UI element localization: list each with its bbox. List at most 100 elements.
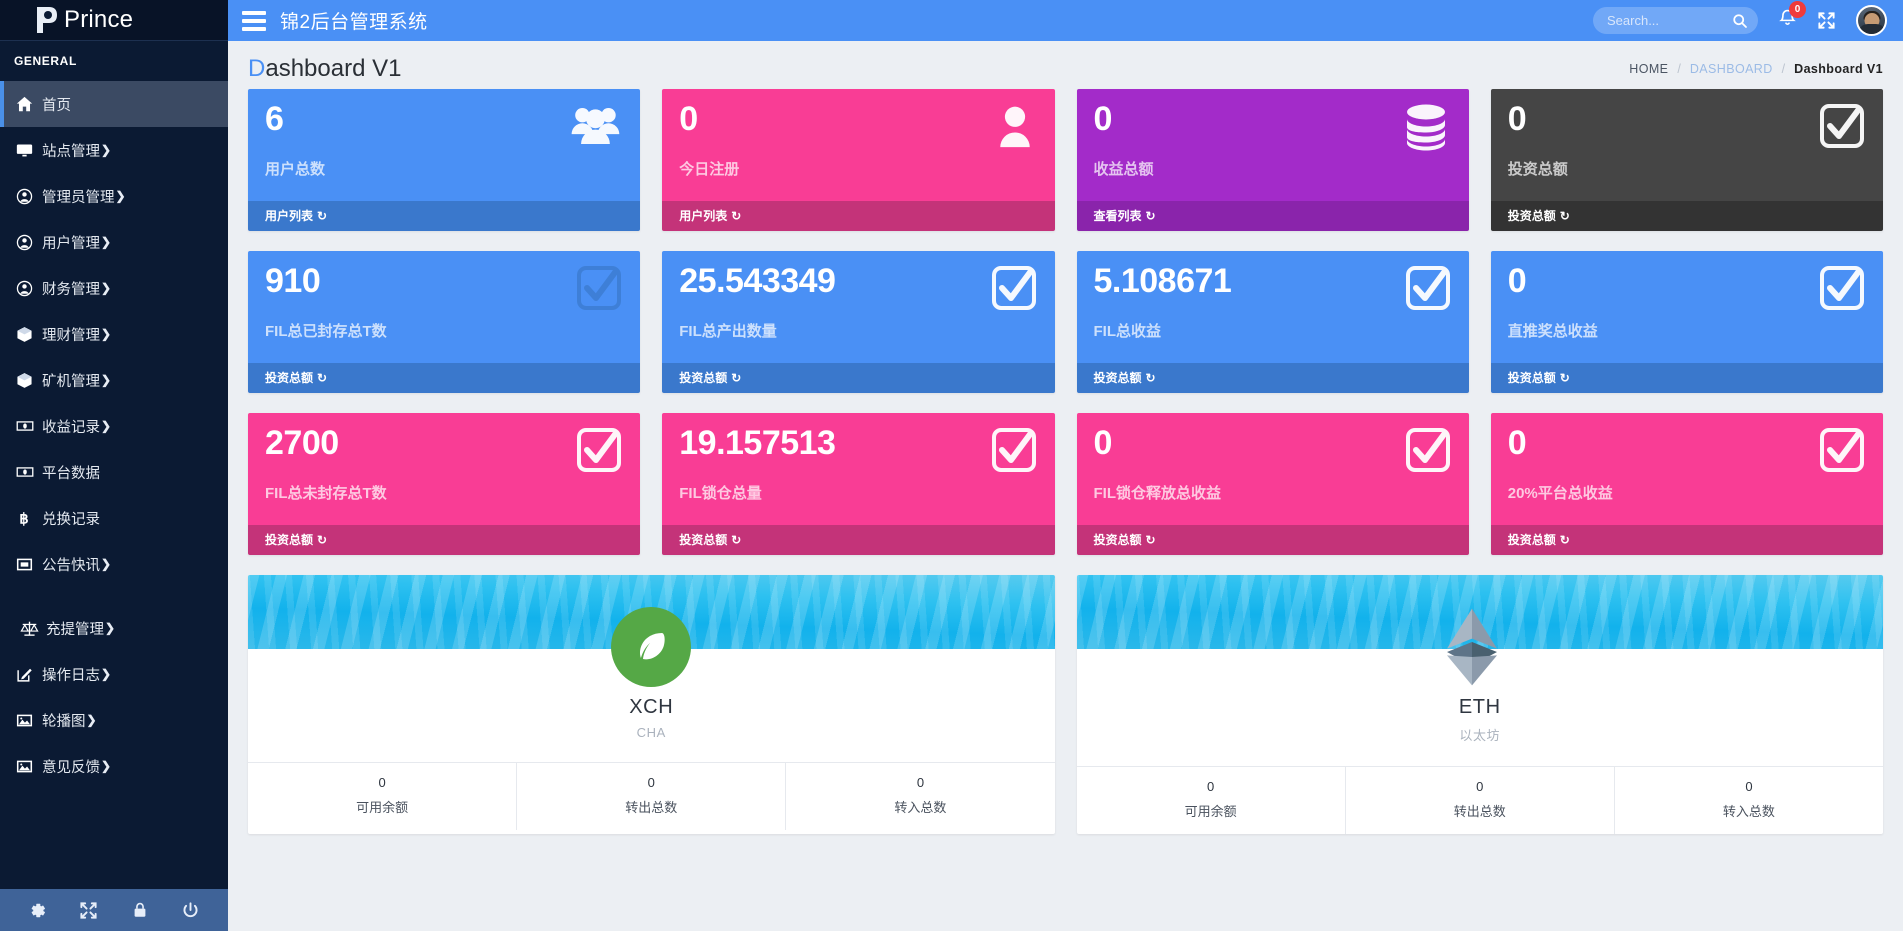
- sidebar-item-platform-data[interactable]: 平台数据: [0, 449, 228, 495]
- stat-card-fil-total-earnings[interactable]: 5.108671 FIL总收益 投资总额 ↻: [1076, 251, 1469, 393]
- stat-card-fil-locked-release-earnings[interactable]: 0 FIL锁仓释放总收益 投资总额 ↻: [1076, 413, 1469, 555]
- sidebar-item-user-management[interactable]: 用户管理 ❯: [0, 219, 228, 265]
- brand-name: Prince: [64, 6, 134, 33]
- sidebar-item-admin-management[interactable]: 管理员管理 ❯: [0, 173, 228, 219]
- coin-subtitle: 以太坊: [1459, 728, 1501, 743]
- stat-card-fil-sealed-t[interactable]: 910 FIL总已封存总T数 投资总额 ↻: [248, 251, 641, 393]
- stat-card-total-investment[interactable]: 0 投资总额 投资总额 ↻: [1490, 89, 1883, 231]
- coin-stat-label: 可用余额: [1184, 804, 1237, 819]
- refresh-arrow-icon: ↻: [1559, 208, 1570, 223]
- image-icon: [16, 712, 42, 729]
- stat-card-body: 0 今日注册: [662, 89, 1055, 201]
- coin-stat-total-out: 0 转出总数: [1346, 767, 1615, 834]
- coin-stat-available-balance: 0 可用余额: [1077, 767, 1346, 834]
- refresh-arrow-icon: ↻: [1559, 532, 1570, 547]
- coin-card-xch[interactable]: XCH CHA 0 可用余额 0 转出总数 0 转入总数: [248, 575, 1055, 834]
- breadcrumb-item-dashboard[interactable]: DASHBOARD: [1690, 62, 1773, 76]
- search-input[interactable]: [1607, 13, 1732, 28]
- home-icon: [16, 96, 42, 113]
- sidebar-item-announcements[interactable]: 公告快讯 ❯: [0, 541, 228, 587]
- chevron-right-icon: ❯: [115, 189, 126, 203]
- stat-card-footer[interactable]: 投资总额 ↻: [1490, 525, 1883, 555]
- stat-card-footer[interactable]: 投资总额 ↻: [1490, 363, 1883, 393]
- stat-card-body: 0 投资总额: [1490, 89, 1883, 201]
- stat-card-grid: 6 用户总数 用户列表 ↻ 0 今日注册 用户列表 ↻ 0 收益总额 查看列表 …: [248, 89, 1883, 555]
- coin-banner: [248, 575, 1055, 687]
- chevron-right-icon: ❯: [101, 667, 112, 681]
- chevron-right-icon: ❯: [101, 143, 112, 157]
- shuffle-icon[interactable]: [72, 895, 106, 925]
- stat-label: FIL总未封存总T数: [265, 484, 387, 502]
- stat-card-footer[interactable]: 投资总额 ↻: [248, 525, 641, 555]
- topbar-actions: 0: [1593, 1, 1887, 36]
- coin-stat-label: 可用余额: [356, 800, 409, 815]
- breadcrumb-item-home[interactable]: HOME: [1629, 62, 1668, 76]
- stat-card-total-users[interactable]: 6 用户总数 用户列表 ↻: [248, 89, 641, 231]
- stat-card-fil-unsealed-t[interactable]: 2700 FIL总未封存总T数 投资总额 ↻: [248, 413, 641, 555]
- stat-card-today-registered[interactable]: 0 今日注册 用户列表 ↻: [662, 89, 1055, 231]
- sidebar-item-earnings-record[interactable]: 收益记录 ❯: [0, 403, 228, 449]
- notification-badge: 0: [1789, 1, 1806, 18]
- stat-value: 0: [1507, 100, 1527, 138]
- stat-card-fil-locked-total[interactable]: 19.157513 FIL锁仓总量 投资总额 ↻: [662, 413, 1055, 555]
- sidebar-item-label: 用户管理: [42, 235, 100, 252]
- stat-label: 用户总数: [265, 160, 326, 178]
- page-title: Dashboard V1: [248, 55, 401, 83]
- stat-card-footer[interactable]: 投资总额 ↻: [1490, 201, 1883, 231]
- hamburger-icon[interactable]: [228, 10, 280, 31]
- stat-card-footer[interactable]: 投资总额 ↻: [1076, 363, 1469, 393]
- search-icon[interactable]: [1732, 13, 1748, 29]
- sidebar-item-label: 站点管理: [42, 143, 100, 160]
- sidebar-footer: [0, 889, 228, 931]
- coin-stat-label: 转入总数: [1722, 804, 1775, 819]
- expand-icon[interactable]: [1817, 11, 1836, 30]
- sidebar-item-operation-log[interactable]: 操作日志 ❯: [0, 651, 228, 697]
- stat-card-footer[interactable]: 投资总额 ↻: [248, 363, 641, 393]
- refresh-arrow-icon: ↻: [731, 208, 742, 223]
- power-icon[interactable]: [174, 895, 208, 925]
- sidebar-item-home[interactable]: 首页: [0, 81, 228, 127]
- sidebar-item-finance-management[interactable]: 财务管理 ❯: [0, 265, 228, 311]
- sidebar-item-deposit-withdraw[interactable]: 充提管理 ❯: [0, 605, 228, 651]
- stat-card-footer[interactable]: 查看列表 ↻: [1076, 201, 1469, 231]
- refresh-arrow-icon: ↻: [731, 370, 742, 385]
- money-icon: [16, 417, 42, 435]
- cube-icon: [16, 372, 42, 389]
- sidebar-item-exchange-record[interactable]: ฿ 兑换记录: [0, 495, 228, 541]
- stat-card-platform-20-percent-earnings[interactable]: 0 20%平台总收益 投资总额 ↻: [1490, 413, 1883, 555]
- lock-icon[interactable]: [123, 895, 157, 925]
- stat-card-footer[interactable]: 投资总额 ↻: [1076, 525, 1469, 555]
- stat-card-footer[interactable]: 投资总额 ↻: [662, 525, 1055, 555]
- stat-card-fil-total-output[interactable]: 25.543349 FIL总产出数量 投资总额 ↻: [662, 251, 1055, 393]
- brand-logo-area[interactable]: Prince: [0, 0, 228, 41]
- stat-card-direct-referral-earnings[interactable]: 0 直推奖总收益 投资总额 ↻: [1490, 251, 1883, 393]
- stat-footer-label: 投资总额: [265, 533, 314, 547]
- sidebar-item-label: 兑换记录: [42, 511, 100, 528]
- stat-label: 投资总额: [1507, 160, 1568, 178]
- sidebar-item-label: 轮播图: [42, 713, 86, 730]
- sidebar-item-feedback[interactable]: 意见反馈 ❯: [0, 743, 228, 789]
- user-circle-icon: [16, 188, 42, 205]
- sidebar-item-miner-management[interactable]: 矿机管理 ❯: [0, 357, 228, 403]
- coin-stats: 0 可用余额 0 转出总数 0 转入总数: [248, 762, 1055, 830]
- stat-card-footer[interactable]: 用户列表 ↻: [662, 201, 1055, 231]
- breadcrumb: HOME / DASHBOARD / Dashboard V1: [1629, 62, 1883, 76]
- notifications-button[interactable]: 0: [1778, 1, 1806, 33]
- page-header: Dashboard V1 HOME / DASHBOARD / Dashboar…: [248, 41, 1883, 89]
- sidebar-item-carousel[interactable]: 轮播图 ❯: [0, 697, 228, 743]
- coin-banner: [1076, 575, 1883, 686]
- avatar[interactable]: [1856, 5, 1887, 36]
- stat-label: 20%平台总收益: [1507, 484, 1613, 502]
- stat-card-body: 19.157513 FIL锁仓总量: [662, 413, 1055, 525]
- coin-card-eth[interactable]: ETH 以太坊 0 可用余额 0 转出总数 0 转入总数: [1076, 575, 1883, 834]
- stat-value: 0: [1093, 424, 1113, 462]
- stat-card-total-earnings[interactable]: 0 收益总额 查看列表 ↻: [1076, 89, 1469, 231]
- coin-stat-value: 0: [1745, 779, 1753, 794]
- stat-card-footer[interactable]: 用户列表 ↻: [248, 201, 641, 231]
- sidebar-item-site-management[interactable]: 站点管理 ❯: [0, 127, 228, 173]
- gear-icon[interactable]: [21, 895, 55, 925]
- sidebar-item-wealth-management[interactable]: 理财管理 ❯: [0, 311, 228, 357]
- search-box[interactable]: [1593, 7, 1758, 34]
- stat-card-footer[interactable]: 投资总额 ↻: [662, 363, 1055, 393]
- stat-footer-label: 投资总额: [679, 371, 728, 385]
